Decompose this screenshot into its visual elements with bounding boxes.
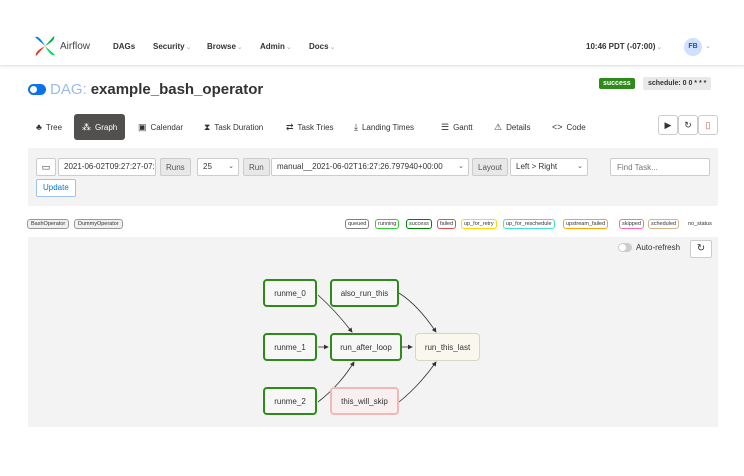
task-node-runme-0[interactable]: runme_0 xyxy=(263,279,317,307)
edge-thiswillskip-runthislast xyxy=(398,361,437,403)
edge-alsorunthis-runthislast xyxy=(398,292,437,333)
task-node-runme-1[interactable]: runme_1 xyxy=(263,333,317,361)
task-node-run-after-loop[interactable]: run_after_loop xyxy=(330,333,402,361)
task-node-runme-2[interactable]: runme_2 xyxy=(263,387,317,415)
task-node-run-this-last[interactable]: run_this_last xyxy=(415,333,480,361)
task-node-this-will-skip[interactable]: this_will_skip xyxy=(330,387,399,415)
task-node-also-run-this[interactable]: also_run_this xyxy=(330,279,399,307)
